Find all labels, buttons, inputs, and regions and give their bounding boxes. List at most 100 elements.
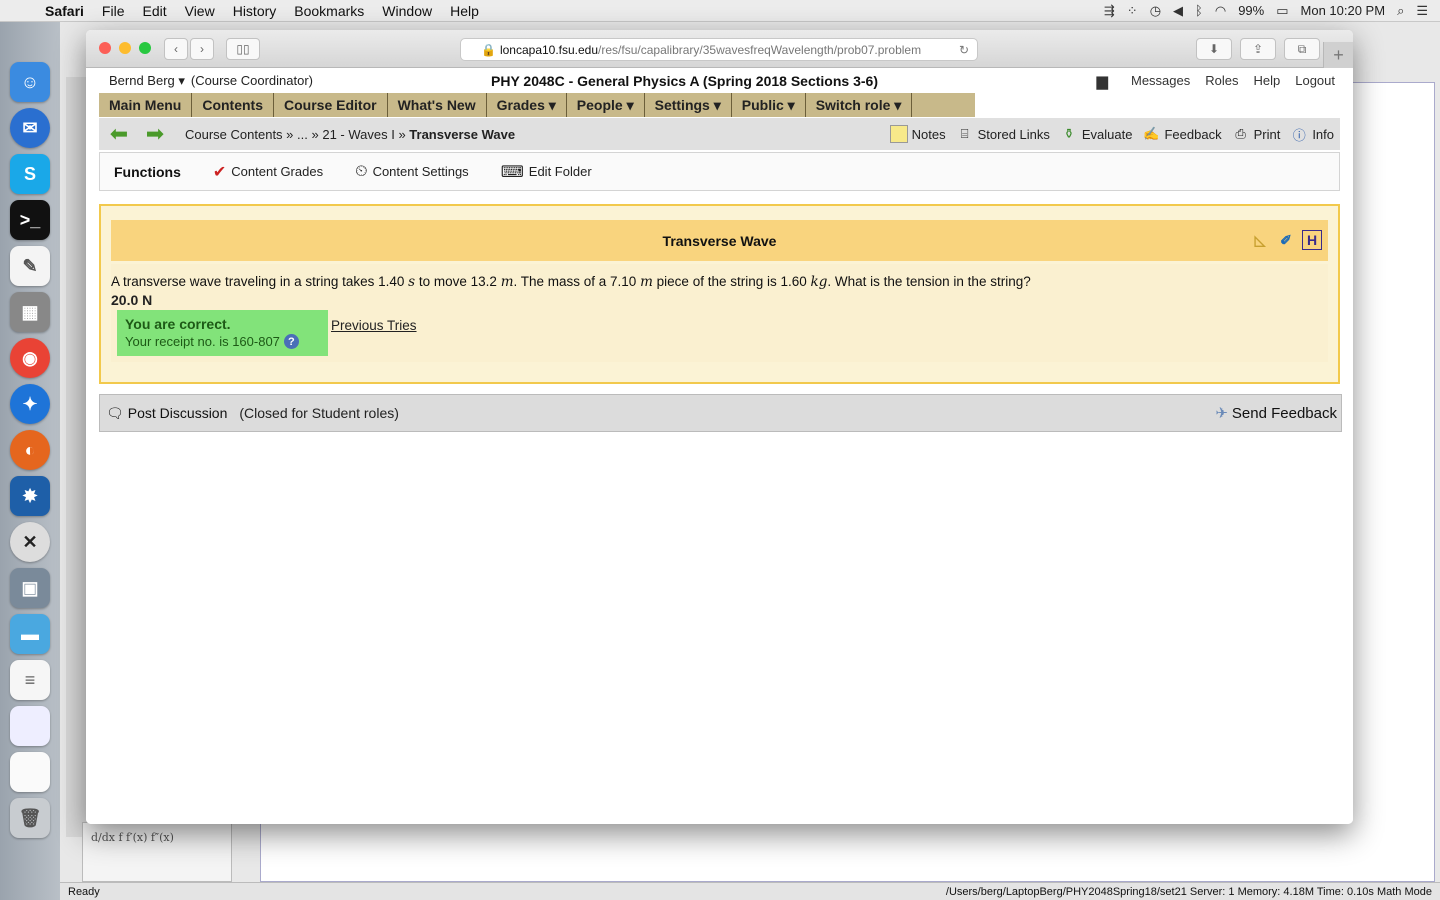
- menu-public[interactable]: Public ▾: [732, 93, 806, 117]
- menu-app-name[interactable]: Safari: [36, 3, 93, 19]
- tool-stored-links-label: Stored Links: [977, 126, 1050, 142]
- problem-header-icons: ◺ ✐ H: [1250, 230, 1322, 250]
- menu-window[interactable]: Window: [373, 3, 441, 19]
- content-grades-link[interactable]: ✔ Content Grades: [213, 162, 323, 182]
- menu-whats-new[interactable]: What's New: [388, 93, 487, 117]
- document-thumb-icon[interactable]: [10, 752, 50, 792]
- menu-view[interactable]: View: [176, 3, 224, 19]
- printer-icon: ⎙: [1235, 126, 1246, 141]
- airplay-icon[interactable]: ⇶: [1104, 3, 1115, 19]
- window-minimize-button[interactable]: [119, 42, 131, 54]
- previous-arrow-icon[interactable]: ⬅: [103, 121, 135, 146]
- link-help[interactable]: Help: [1253, 73, 1280, 88]
- thunderbird-icon[interactable]: ✉: [10, 108, 50, 148]
- user-role: (Course Coordinator): [190, 73, 314, 88]
- terminal-icon[interactable]: >_: [10, 200, 50, 240]
- menu-file[interactable]: File: [93, 3, 134, 19]
- new-tab-button[interactable]: +: [1323, 42, 1353, 68]
- wifi-icon[interactable]: ◠: [1215, 3, 1226, 19]
- back-button[interactable]: ‹: [164, 38, 188, 60]
- problem-title: Transverse Wave: [662, 232, 777, 249]
- document-thumb-icon[interactable]: ≡: [10, 660, 50, 700]
- previous-tries-link[interactable]: Previous Tries: [331, 318, 417, 333]
- question-part: . The mass of a 7.10: [513, 274, 637, 289]
- tool-stored-links[interactable]: ⌸ Stored Links: [956, 125, 1050, 143]
- document-thumb-icon[interactable]: [10, 706, 50, 746]
- menu-bookmarks[interactable]: Bookmarks: [285, 3, 373, 19]
- menu-main-menu[interactable]: Main Menu: [99, 93, 193, 117]
- skype-icon[interactable]: S: [10, 154, 50, 194]
- textedit-icon[interactable]: ✎: [10, 246, 50, 286]
- tool-notes[interactable]: Notes: [889, 125, 946, 143]
- menu-people[interactable]: People ▾: [567, 93, 645, 117]
- edit-problem-icon[interactable]: ✐: [1276, 230, 1296, 250]
- menu-settings[interactable]: Settings ▾: [645, 93, 732, 117]
- grid-icon[interactable]: ⁘: [1127, 3, 1138, 19]
- menu-contents[interactable]: Contents: [192, 93, 275, 117]
- menu-grades[interactable]: Grades ▾: [487, 93, 567, 117]
- tabs-overview-button[interactable]: ⧉: [1284, 38, 1320, 60]
- window-zoom-button[interactable]: [139, 42, 151, 54]
- functions-title: Functions: [114, 163, 181, 180]
- user-menu[interactable]: Bernd Berg ▾: [109, 73, 185, 89]
- calendar-app-icon[interactable]: ✸: [10, 476, 50, 516]
- main-menu-bar: Main Menu Contents Course Editor What's …: [99, 93, 975, 117]
- forward-button[interactable]: ›: [190, 38, 214, 60]
- trash-icon[interactable]: 🗑: [10, 798, 50, 838]
- spotlight-search-icon[interactable]: ⌕: [1397, 3, 1404, 19]
- x11-icon[interactable]: ✕: [10, 522, 50, 562]
- question-part: piece of the string is 1.60: [656, 274, 807, 289]
- bluetooth-icon[interactable]: ᛒ: [1195, 3, 1203, 18]
- firefox-icon[interactable]: ◐: [10, 430, 50, 470]
- edit-folder-link[interactable]: ⌨ Edit Folder: [501, 162, 592, 182]
- next-arrow-icon[interactable]: ➡: [139, 121, 171, 146]
- menu-course-editor[interactable]: Course Editor: [274, 93, 388, 117]
- inbox-icon[interactable]: ▆: [1096, 72, 1108, 90]
- info-icon: ⓘ: [1292, 127, 1306, 143]
- share-button[interactable]: ⇪: [1240, 38, 1276, 60]
- sidebar-toggle-button[interactable]: ▯▯: [226, 38, 260, 60]
- link-messages[interactable]: Messages: [1131, 73, 1190, 88]
- edit-folder-icon: ⌨: [500, 163, 524, 181]
- bookmark-icon: ⌸: [960, 126, 969, 141]
- crumb-waves[interactable]: 21 - Waves I »: [322, 127, 405, 142]
- background-status-bar: Ready /Users/berg/LaptopBerg/PHY2048Spri…: [60, 882, 1440, 900]
- link-roles[interactable]: Roles: [1205, 73, 1238, 88]
- notification-center-icon[interactable]: ☰: [1416, 3, 1428, 19]
- tool-evaluate[interactable]: ⚱ Evaluate: [1060, 125, 1132, 143]
- content-settings-link[interactable]: ⏲ Content Settings: [355, 163, 469, 181]
- post-discussion-link[interactable]: 🗨 Post Discussion: [100, 405, 227, 422]
- crumb-course-contents[interactable]: Course Contents »: [185, 127, 293, 142]
- breadcrumb: Course Contents » ... » 21 - Waves I » T…: [185, 127, 515, 142]
- hint-h-icon[interactable]: H: [1302, 230, 1322, 250]
- window-close-button[interactable]: [99, 42, 111, 54]
- tool-info[interactable]: ⓘ Info: [1290, 125, 1334, 143]
- folder-icon[interactable]: ▬: [10, 614, 50, 654]
- volume-icon[interactable]: ◀: [1173, 3, 1183, 19]
- time-machine-icon[interactable]: ◷: [1150, 3, 1161, 19]
- finder-icon[interactable]: ☺: [10, 62, 50, 102]
- tool-print-label: Print: [1253, 126, 1281, 142]
- crumb-ellipsis[interactable]: ... »: [297, 127, 319, 142]
- safari-icon[interactable]: ✦: [10, 384, 50, 424]
- menu-help[interactable]: Help: [441, 3, 488, 19]
- tool-print[interactable]: ⎙ Print: [1232, 125, 1281, 143]
- tool-feedback[interactable]: ✍ Feedback: [1142, 125, 1221, 143]
- reload-icon[interactable]: ↻: [959, 43, 969, 57]
- calculator-icon[interactable]: ▦: [10, 292, 50, 332]
- downloads-button[interactable]: ⬇: [1196, 38, 1232, 60]
- tool-info-label: Info: [1312, 126, 1334, 142]
- link-logout[interactable]: Logout: [1295, 73, 1335, 88]
- menu-history[interactable]: History: [224, 3, 286, 19]
- menu-edit[interactable]: Edit: [133, 3, 175, 19]
- ruler-icon[interactable]: ◺: [1250, 230, 1270, 250]
- address-bar[interactable]: 🔒 loncapa10.fsu.edu /res/fsu/capalibrary…: [460, 38, 978, 61]
- chrome-icon[interactable]: ◉: [10, 338, 50, 378]
- menubar-clock[interactable]: Mon 10:20 PM: [1301, 3, 1386, 18]
- preview-icon[interactable]: ▣: [10, 568, 50, 608]
- battery-icon[interactable]: ▭: [1276, 3, 1288, 19]
- send-feedback-link[interactable]: ✈ Send Feedback: [1215, 404, 1341, 423]
- status-path: /Users/berg/LaptopBerg/PHY2048Spring18/s…: [945, 885, 1432, 898]
- menu-switch-role[interactable]: Switch role ▾: [806, 93, 913, 117]
- help-icon[interactable]: ?: [283, 334, 299, 349]
